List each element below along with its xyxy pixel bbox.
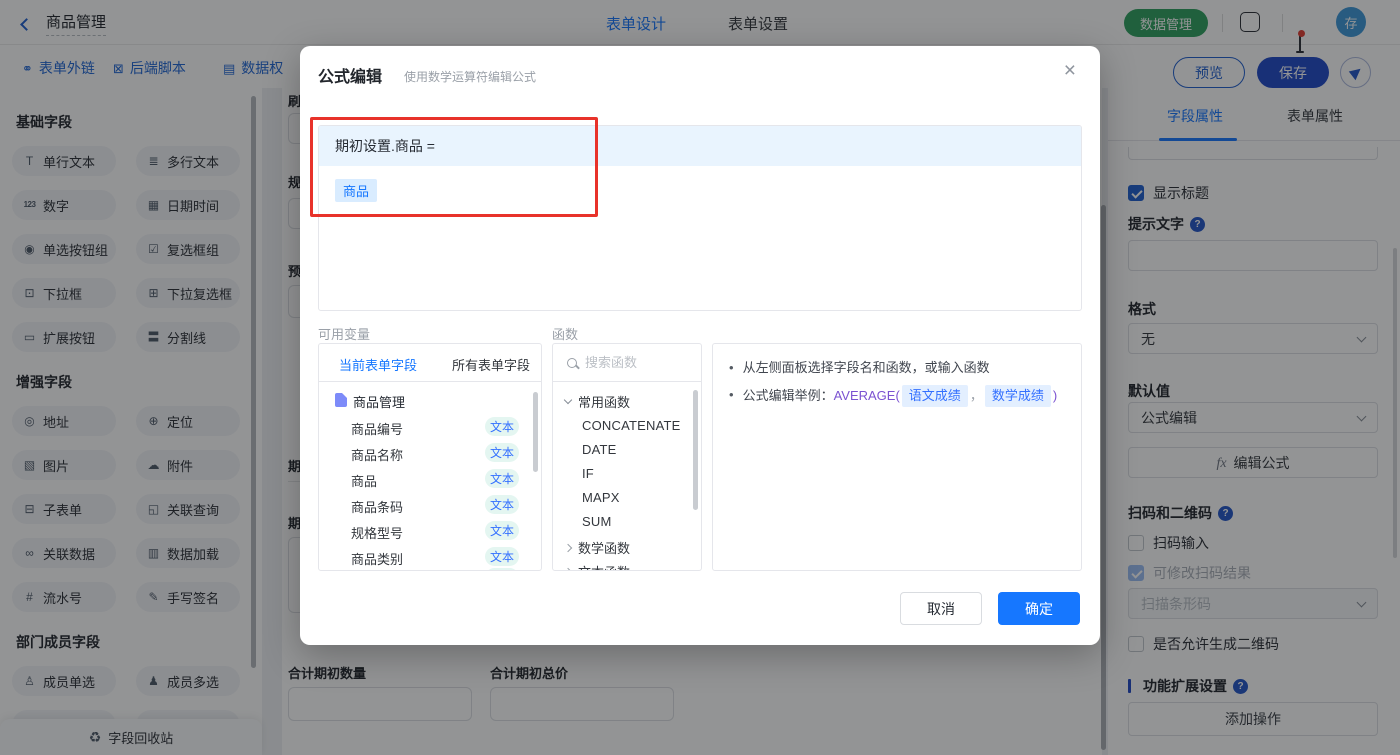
function-group-text[interactable]: 文本函数 [563, 562, 630, 570]
tree-field[interactable]: 商品条码 [351, 497, 403, 516]
example-function: AVERAGE( [833, 388, 900, 403]
tree-field[interactable]: 商品类别 [351, 549, 403, 568]
chevron-collapsed-icon [563, 543, 573, 552]
modal-title: 公式编辑 [318, 69, 383, 86]
functions-scrollbar[interactable] [693, 390, 698, 510]
example-close-paren: ) [1052, 388, 1058, 403]
formula-field-tag[interactable]: 商品 [335, 179, 378, 202]
field-type-badge: 文本 [485, 547, 519, 566]
formula-editor-area[interactable]: 期初设置.商品 = 商品 [318, 125, 1082, 311]
chevron-expanded-icon [563, 395, 573, 405]
cancel-button[interactable]: 取消 [900, 592, 982, 625]
tab-current-form-fields[interactable]: 当前表单字段 [339, 355, 417, 374]
search-icon [567, 357, 577, 368]
close-icon[interactable]: × [1064, 60, 1076, 81]
functions-label: 函数 [552, 327, 579, 342]
field-type-badge-partial [485, 568, 519, 570]
function-item[interactable]: SUM [582, 514, 612, 529]
group-label: 文本函数 [578, 562, 630, 570]
tip-text: 从左侧面板选择字段名和函数，或输入函数 [742, 360, 990, 375]
field-type-badge: 文本 [485, 469, 519, 488]
tip-line-2: • 公式编辑举例：AVERAGE(语文成绩，数学成绩) [729, 385, 1057, 407]
bullet-icon: • [729, 387, 734, 402]
variables-scrollbar[interactable] [533, 392, 538, 472]
variables-label: 可用变量 [318, 327, 371, 342]
function-group-math[interactable]: 数学函数 [563, 538, 631, 557]
comma-text: ， [969, 388, 983, 403]
group-label: 常用函数 [578, 395, 631, 410]
field-type-badge: 文本 [485, 443, 519, 462]
field-type-badge: 文本 [485, 521, 519, 540]
tree-field[interactable]: 商品名称 [351, 445, 403, 464]
function-item[interactable]: CONCATENATE [582, 418, 681, 433]
form-file-icon [335, 393, 347, 407]
formula-target-bar: 期初设置.商品 = [319, 126, 1081, 166]
tab-all-form-fields[interactable]: 所有表单字段 [452, 355, 530, 374]
formula-edit-modal: 公式编辑 使用数学运算符编辑公式 × 期初设置.商品 = 商品 可用变量 函数 … [300, 46, 1100, 645]
confirm-button[interactable]: 确定 [998, 592, 1080, 625]
tip-text: 公式编辑举例： [742, 388, 834, 403]
tips-panel: • 从左侧面板选择字段名和函数，或输入函数 • 公式编辑举例：AVERAGE(语文… [712, 343, 1082, 571]
functions-panel: 常用函数 CONCATENATE DATE IF MAPX SUM 数学函数 文… [552, 343, 702, 571]
function-group-common[interactable]: 常用函数 [563, 392, 631, 411]
chevron-collapsed-icon [563, 567, 573, 570]
tip-example: 公式编辑举例：AVERAGE(语文成绩，数学成绩) [742, 385, 1058, 407]
function-item[interactable]: MAPX [582, 490, 620, 505]
function-search [553, 344, 701, 382]
group-label: 数学函数 [578, 541, 631, 556]
function-item[interactable]: DATE [582, 442, 617, 457]
example-field-tag: 数学成绩 [984, 385, 1051, 407]
tree-field[interactable]: 商品编号 [351, 419, 403, 438]
tree-root-form[interactable]: 商品管理 [353, 392, 405, 411]
formula-target-text: 期初设置.商品 = [335, 138, 435, 154]
function-search-input[interactable] [585, 355, 685, 370]
tip-line-1: • 从左侧面板选择字段名和函数，或输入函数 [729, 358, 990, 378]
example-field-tag: 语文成绩 [901, 385, 968, 407]
bullet-icon: • [729, 360, 734, 375]
tree-field[interactable]: 商品 [351, 471, 377, 490]
variables-tabs: 当前表单字段 所有表单字段 [319, 344, 541, 382]
field-type-badge: 文本 [485, 417, 519, 436]
modal-subtitle: 使用数学运算符编辑公式 [404, 70, 537, 84]
field-type-badge: 文本 [485, 495, 519, 514]
function-item[interactable]: IF [582, 466, 594, 481]
variables-panel: 当前表单字段 所有表单字段 商品管理 商品编号 文本 商品名称 文本 商品 文本 商品… [318, 343, 542, 571]
tree-field[interactable]: 规格型号 [351, 523, 403, 542]
app-screen: 商品管理 表单设计 表单设置 数据管理 存 ⚭ 表单外链 ⊠ 后端脚本 ▤ 数据权 预… [0, 0, 1400, 755]
